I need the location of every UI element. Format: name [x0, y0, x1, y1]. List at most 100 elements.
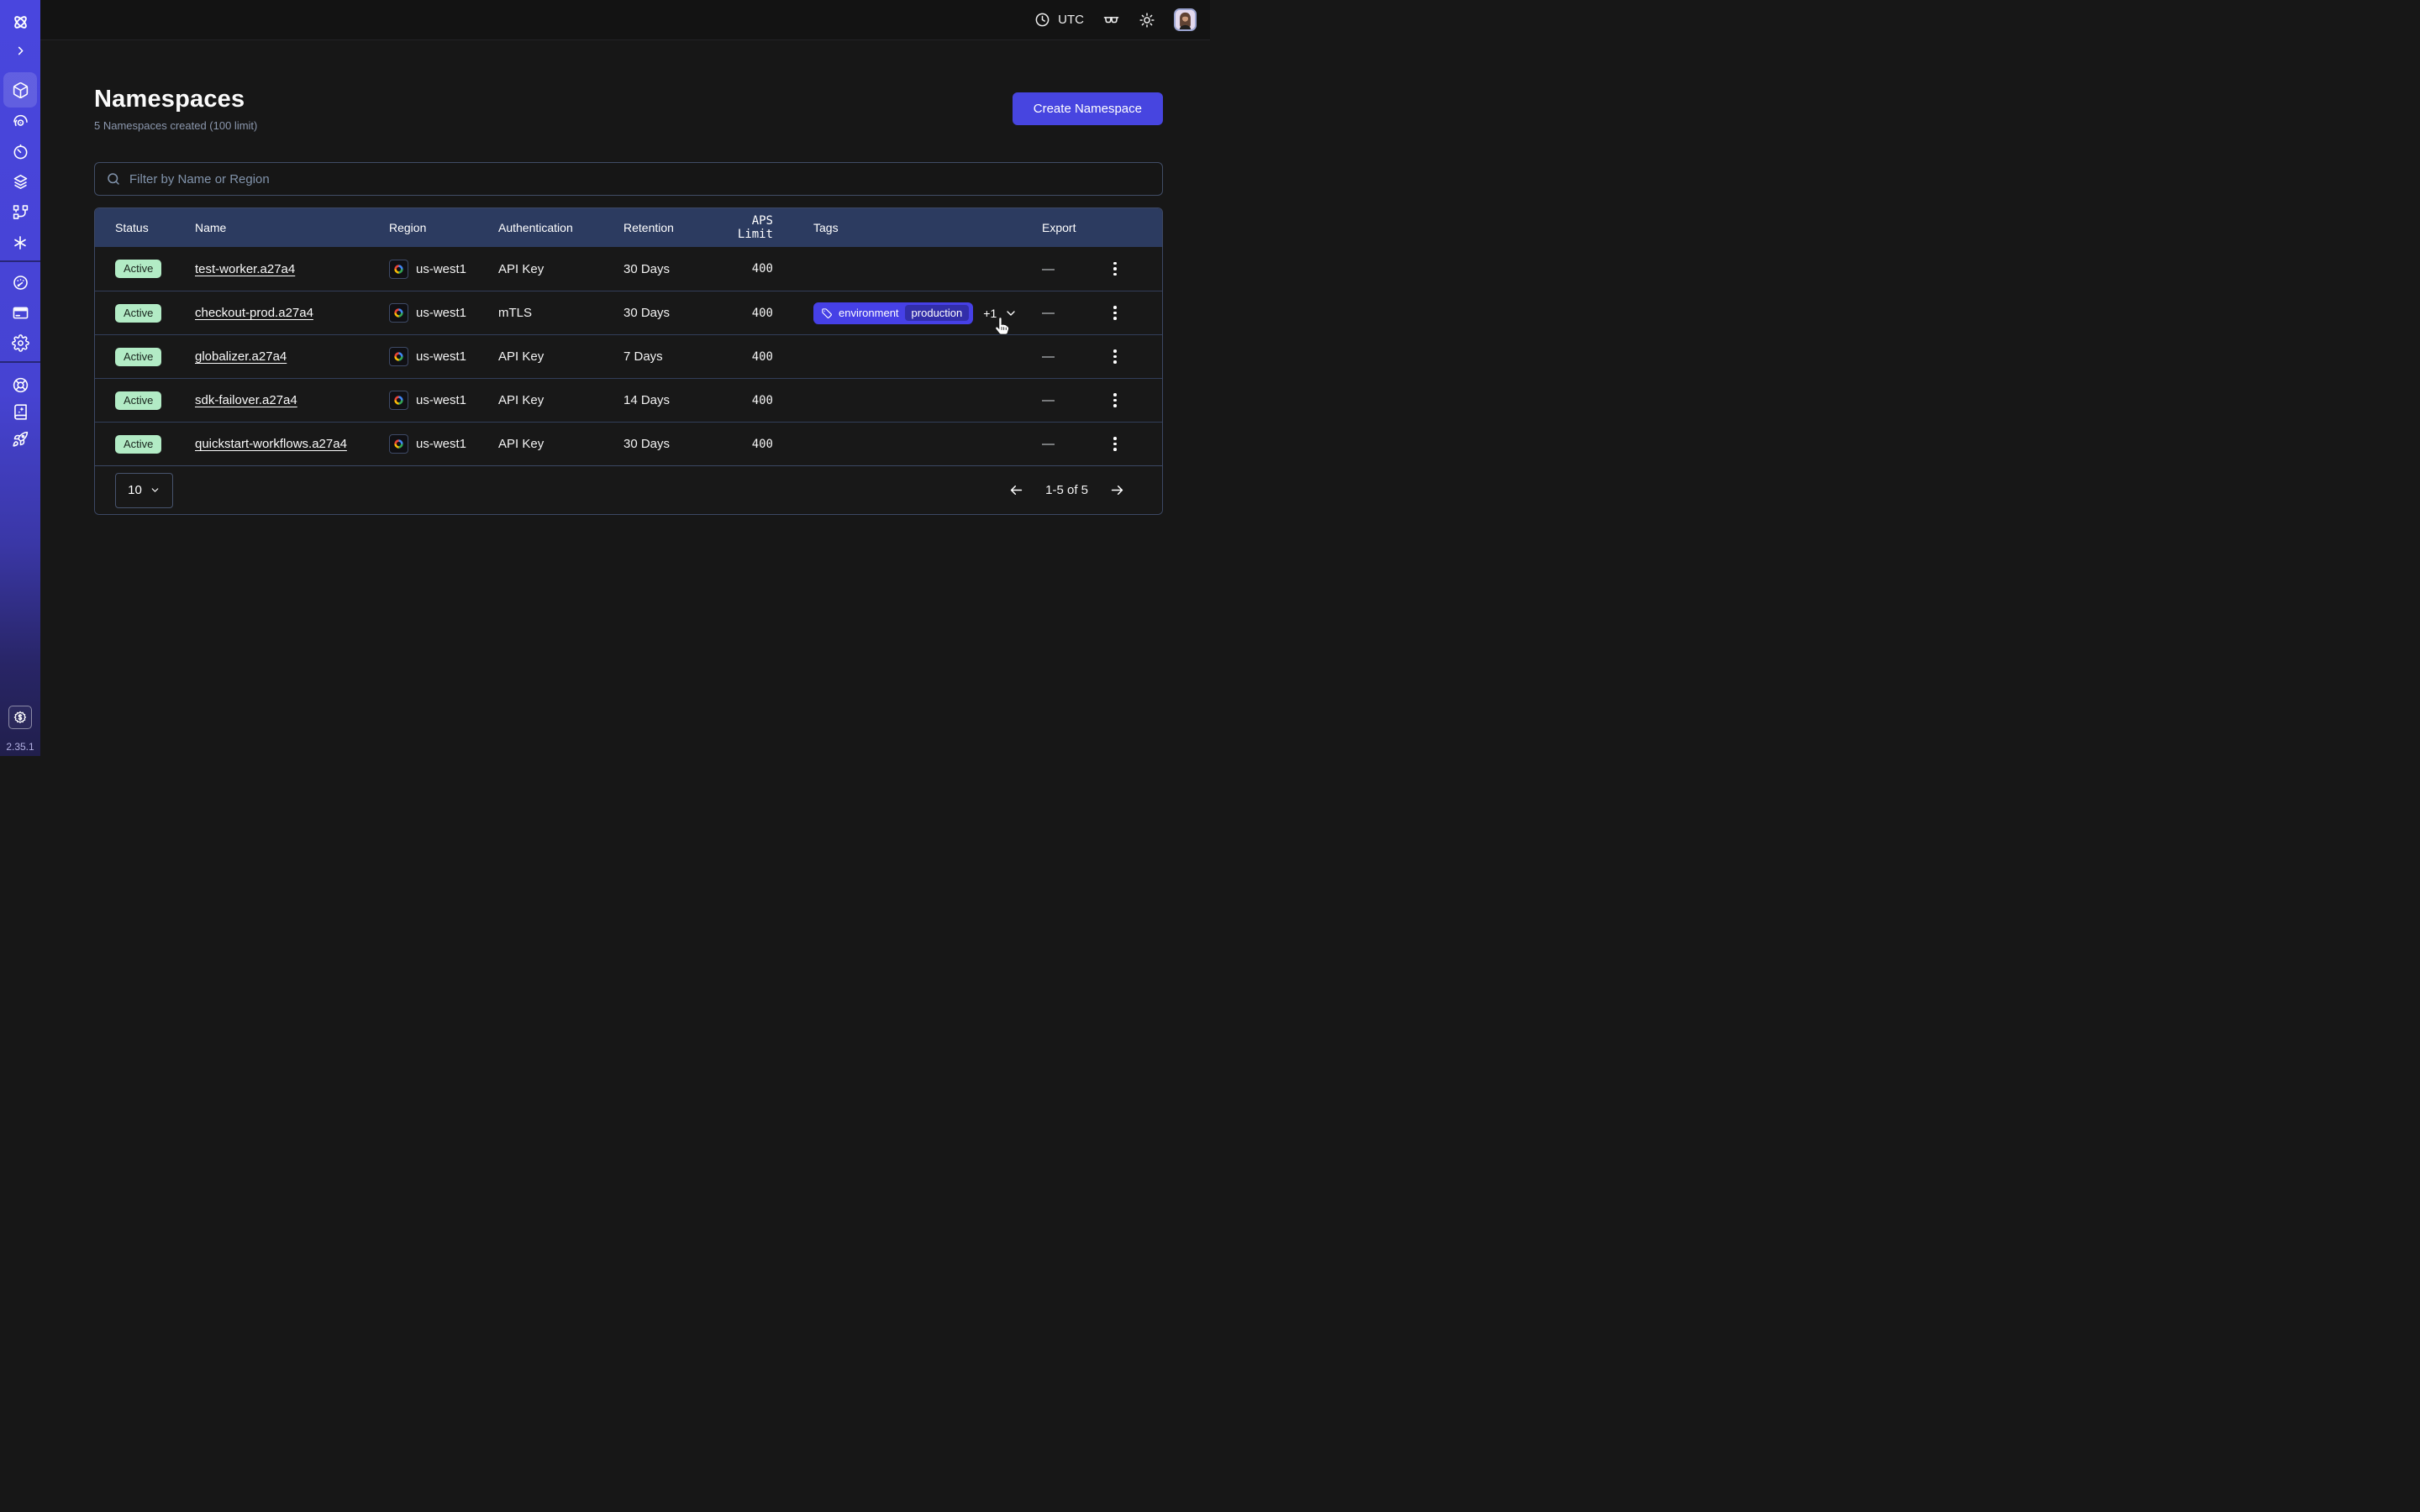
tag-icon: [821, 307, 833, 319]
region-cell: us-west1: [389, 391, 498, 410]
retention-cell: 14 Days: [623, 393, 724, 407]
create-namespace-button[interactable]: Create Namespace: [1013, 92, 1163, 125]
region-label: us-west1: [416, 306, 466, 320]
aps-limit-cell: 400: [724, 394, 813, 407]
name-cell: globalizer.a27a4: [195, 349, 389, 364]
status-cell: Active: [95, 391, 195, 410]
aps-limit-cell: 400: [724, 307, 813, 320]
credits-badge-button[interactable]: [8, 706, 32, 729]
search-icon: [106, 171, 121, 186]
table-row[interactable]: Active quickstart-workflows.a27a4 us-wes…: [95, 422, 1162, 465]
topbar: UTC: [40, 0, 1210, 40]
namespace-link[interactable]: globalizer.a27a4: [195, 349, 287, 364]
table-header-row: Status Name Region Authentication Retent…: [95, 208, 1162, 247]
status-cell: Active: [95, 260, 195, 278]
region-label: us-west1: [416, 262, 466, 276]
sidebar-item-monitoring[interactable]: [0, 106, 40, 136]
region-cell: us-west1: [389, 347, 498, 366]
column-header-tags: Tags: [813, 221, 1042, 234]
sidebar-item-deployments[interactable]: [0, 166, 40, 197]
main-content: Namespaces 5 Namespaces created (100 lim…: [40, 40, 1210, 756]
gcp-icon: [393, 395, 404, 406]
next-page-button[interactable]: [1109, 482, 1125, 498]
retention-cell: 30 Days: [623, 306, 724, 320]
filter-input[interactable]: [129, 172, 1151, 186]
table-row[interactable]: Active test-worker.a27a4 us-west1 API Ke…: [95, 247, 1162, 291]
namespace-link[interactable]: checkout-prod.a27a4: [195, 306, 313, 320]
export-cell: —: [1042, 259, 1162, 280]
page-size-select[interactable]: 10: [115, 473, 173, 508]
sidebar-item-getting-started[interactable]: [0, 423, 40, 454]
tag-more-count: +1: [983, 307, 997, 320]
temporal-logo: [0, 7, 40, 37]
table-row[interactable]: Active globalizer.a27a4 us-west1 API Key…: [95, 334, 1162, 378]
region-cell: us-west1: [389, 434, 498, 454]
timezone-selector[interactable]: UTC: [1034, 12, 1084, 28]
gcp-icon: [393, 307, 404, 318]
name-cell: sdk-failover.a27a4: [195, 393, 389, 407]
labs-glasses-button[interactable]: [1102, 11, 1120, 29]
export-value: —: [1042, 306, 1055, 320]
table-row[interactable]: Active sdk-failover.a27a4 us-west1 API K…: [95, 378, 1162, 422]
status-badge: Active: [115, 435, 161, 454]
namespace-tag[interactable]: environment production: [813, 302, 973, 324]
status-cell: Active: [95, 304, 195, 323]
timezone-label: UTC: [1058, 13, 1084, 27]
column-header-retention: Retention: [623, 221, 724, 234]
export-cell: —: [1042, 346, 1162, 367]
sidebar-item-namespaces[interactable]: [0, 75, 40, 105]
aps-limit-cell: 400: [724, 438, 813, 451]
namespace-link[interactable]: sdk-failover.a27a4: [195, 393, 297, 407]
row-actions-kebab-menu[interactable]: [1110, 346, 1120, 367]
row-actions-kebab-menu[interactable]: [1110, 259, 1120, 280]
cloud-provider-box: [389, 347, 408, 366]
tags-expand-chevron-icon[interactable]: [1004, 307, 1018, 320]
sidebar-item-billing[interactable]: [0, 297, 40, 328]
export-value: —: [1042, 262, 1055, 276]
sidebar-item-usage[interactable]: [0, 267, 40, 297]
export-value: —: [1042, 393, 1055, 407]
namespace-link[interactable]: quickstart-workflows.a27a4: [195, 437, 347, 451]
row-actions-kebab-menu[interactable]: [1110, 433, 1120, 454]
table-row[interactable]: Active checkout-prod.a27a4 us-west1 mTLS…: [95, 291, 1162, 334]
aps-limit-cell: 400: [724, 350, 813, 364]
export-value: —: [1042, 349, 1055, 364]
gear-icon: [12, 334, 29, 352]
rocket-icon: [12, 430, 29, 448]
cube-icon: [12, 81, 29, 99]
column-header-export: Export: [1042, 221, 1162, 234]
namespace-link[interactable]: test-worker.a27a4: [195, 262, 295, 276]
sidebar-item-docs[interactable]: [0, 396, 40, 427]
region-cell: us-west1: [389, 303, 498, 323]
page-title: Namespaces: [94, 86, 257, 113]
clock-icon: [1034, 12, 1050, 28]
previous-page-button[interactable]: [1008, 482, 1024, 498]
region-cell: us-west1: [389, 260, 498, 279]
name-cell: checkout-prod.a27a4: [195, 306, 389, 320]
theme-toggle-button[interactable]: [1139, 12, 1155, 29]
authentication-cell: API Key: [498, 393, 623, 407]
row-actions-kebab-menu[interactable]: [1110, 390, 1120, 411]
row-actions-kebab-menu[interactable]: [1110, 302, 1120, 323]
column-header-name: Name: [195, 221, 389, 234]
sidebar-divider: [0, 361, 40, 363]
timer-icon: [12, 143, 29, 160]
user-avatar[interactable]: [1174, 8, 1197, 31]
column-header-aps-limit: APS Limit: [724, 214, 813, 241]
page-header: Namespaces 5 Namespaces created (100 lim…: [94, 86, 1163, 132]
sidebar-item-workflows[interactable]: [0, 197, 40, 227]
sidebar-item-schedules[interactable]: [0, 136, 40, 166]
region-label: us-west1: [416, 349, 466, 364]
sidebar-item-nexus[interactable]: [0, 228, 40, 258]
status-badge: Active: [115, 304, 161, 323]
tags-group: environment production +1: [813, 302, 1018, 324]
sidebar-item-settings[interactable]: [0, 328, 40, 358]
dollar-seal-icon: [13, 710, 28, 725]
sidebar-item-support[interactable]: [0, 370, 40, 400]
pagination-bar: 10 1-5 of 5: [95, 465, 1162, 514]
expand-sidebar-chevron-icon[interactable]: [0, 35, 40, 66]
layers-icon: [12, 173, 29, 191]
name-cell: quickstart-workflows.a27a4: [195, 437, 389, 451]
credit-card-icon: [12, 304, 29, 322]
sidebar: 2.35.1: [0, 0, 40, 756]
